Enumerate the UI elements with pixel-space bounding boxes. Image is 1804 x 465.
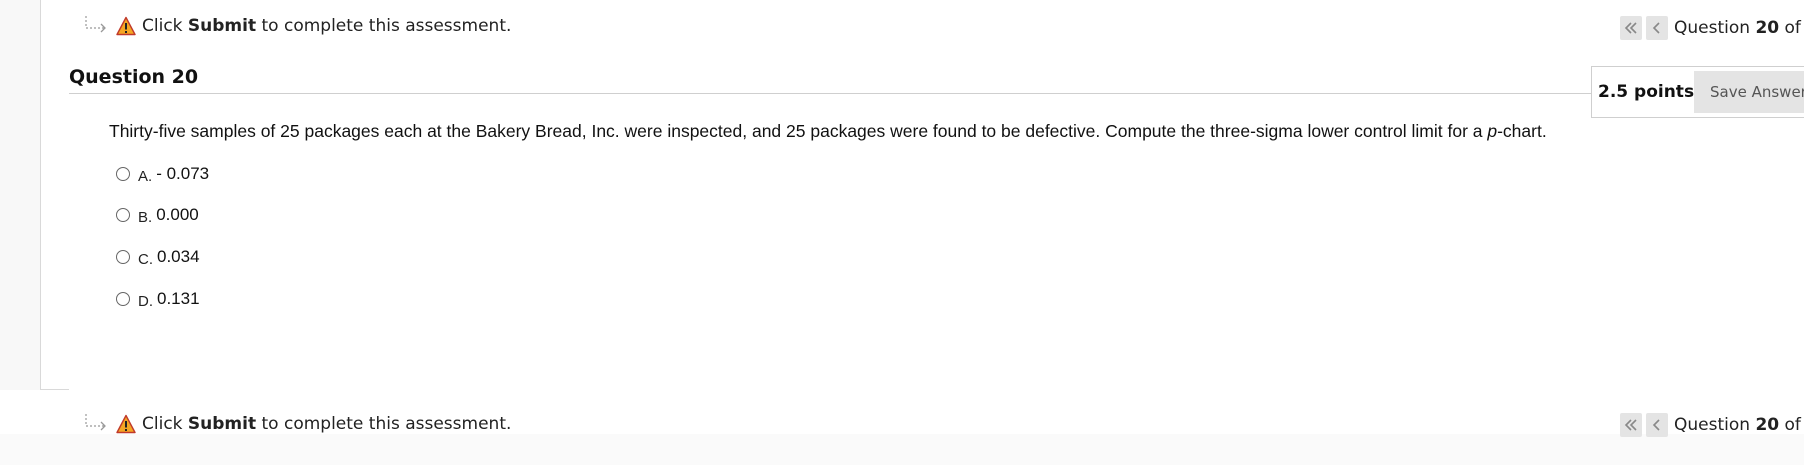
question-text-italic: p	[1487, 121, 1498, 141]
question-counter-current: 20	[1755, 18, 1780, 38]
double-chevron-left-icon	[1624, 22, 1637, 34]
option-letter: B.	[138, 209, 153, 226]
warning-icon	[116, 414, 136, 434]
option-value: 0.034	[157, 247, 200, 266]
return-arrow-icon	[85, 16, 106, 33]
option-value: 0.000	[156, 205, 199, 224]
question-divider	[69, 93, 1592, 94]
previous-question-button[interactable]	[1646, 413, 1668, 437]
question-counter: Question 20 of 2	[1674, 415, 1804, 435]
question-nav-top: Question 20 of 2	[1620, 15, 1804, 41]
first-question-button[interactable]	[1620, 413, 1642, 437]
question-counter-current: 20	[1755, 415, 1780, 435]
option-letter: A.	[138, 168, 153, 185]
submit-notice-top: Click Submit to complete this assessment…	[84, 6, 511, 46]
submit-notice-text: Click Submit to complete this assessment…	[142, 16, 511, 36]
option-value: 0.131	[157, 289, 200, 308]
question-counter-prefix: Question	[1674, 415, 1756, 435]
option-letter: C.	[138, 251, 153, 268]
double-chevron-left-icon	[1624, 419, 1637, 431]
answer-option-d[interactable]: D. 0.131	[116, 287, 200, 311]
answer-option-c[interactable]: C. 0.034	[116, 245, 200, 269]
left-gutter	[0, 0, 40, 390]
radio-button-c[interactable]	[116, 250, 130, 264]
first-question-button[interactable]	[1620, 16, 1642, 40]
radio-button-d[interactable]	[116, 292, 130, 306]
submit-notice-bottom: Click Submit to complete this assessment…	[84, 404, 511, 444]
points-panel: 2.5 points Save Answer	[1591, 66, 1804, 118]
points-label: 2.5 points	[1598, 82, 1695, 102]
chevron-left-icon	[1652, 22, 1660, 34]
question-counter-of: of 2	[1784, 18, 1804, 38]
submit-notice-text: Click Submit to complete this assessment…	[142, 414, 511, 434]
radio-button-a[interactable]	[116, 167, 130, 181]
option-value: - 0.073	[156, 164, 210, 183]
submit-link-text: Submit	[187, 414, 257, 434]
container-border-left	[40, 0, 41, 390]
question-counter: Question 20 of 2	[1674, 18, 1804, 38]
question-text-end: -chart.	[1497, 121, 1547, 141]
question-counter-of: of 2	[1784, 415, 1804, 435]
question-container	[41, 0, 1804, 390]
submit-link-text: Submit	[187, 16, 257, 36]
question-title: Question 20	[69, 66, 199, 88]
question-text: Thirty-five samples of 25 packages each …	[109, 121, 1547, 142]
previous-question-button[interactable]	[1646, 16, 1668, 40]
chevron-left-icon	[1652, 419, 1660, 431]
question-text-main: Thirty-five samples of 25 packages each …	[109, 121, 1488, 141]
radio-button-b[interactable]	[116, 208, 130, 222]
answer-option-b[interactable]: B. 0.000	[116, 203, 199, 227]
question-counter-prefix: Question	[1674, 18, 1756, 38]
warning-icon	[116, 16, 136, 36]
question-nav-bottom: Question 20 of 2	[1620, 412, 1804, 438]
submit-notice-suffix: to complete this assessment.	[256, 414, 512, 434]
option-letter: D.	[138, 293, 153, 310]
answer-option-a[interactable]: A. - 0.073	[116, 162, 209, 186]
submit-notice-prefix: Click	[142, 16, 188, 36]
save-answer-button[interactable]: Save Answer	[1694, 71, 1804, 113]
return-arrow-icon	[85, 414, 106, 431]
submit-notice-suffix: to complete this assessment.	[256, 16, 512, 36]
submit-notice-prefix: Click	[142, 414, 188, 434]
container-border-bottom	[40, 389, 69, 390]
